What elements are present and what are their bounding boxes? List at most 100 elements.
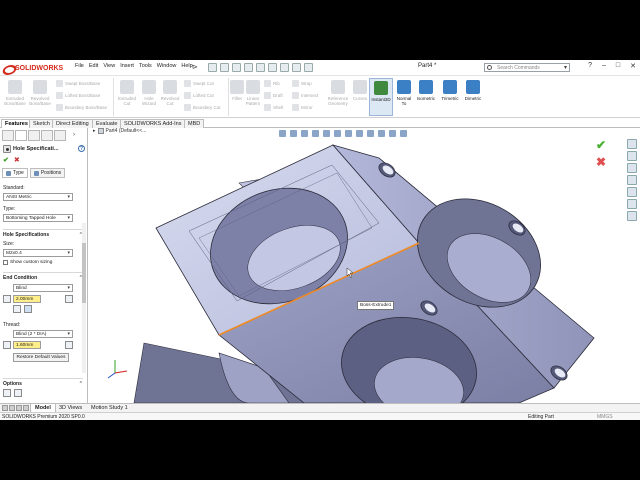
hole-wizard-button[interactable]: Hole Wizard [139,80,159,106]
thread-depth-input[interactable]: 1.60mm [13,341,41,349]
help-icon[interactable]: ? [78,145,85,152]
trimetric-button[interactable]: Trimetric [439,80,461,101]
confirm-ok-icon[interactable]: ✔ [596,138,606,152]
first-tab-icon[interactable] [2,405,8,411]
lofted-boss-button[interactable]: Lofted Boss/Base [56,92,100,99]
intersect-button[interactable]: Intersect [292,92,318,99]
swept-cut-button[interactable]: Swept Cut [184,80,214,87]
panel-scrollbar[interactable] [82,223,86,373]
isometric-button[interactable]: Isometric [415,80,437,101]
open-icon[interactable] [232,63,241,72]
forum-icon[interactable] [627,211,637,221]
hole-specifications-header[interactable]: Hole Specifications ⌃ [3,229,83,238]
select-icon[interactable] [280,63,289,72]
extruded-boss-button[interactable]: Extruded Boss/Base [3,80,27,106]
display-manager-tab-icon[interactable] [54,130,66,141]
instant3d-button[interactable]: Instant3D [369,78,393,116]
confirm-cancel-icon[interactable]: ✖ [596,155,606,169]
home-icon[interactable] [208,63,217,72]
last-tab-icon[interactable] [23,405,29,411]
revolved-boss-button[interactable]: Revolved Boss/Base [28,80,52,106]
file-explorer-icon[interactable] [627,163,637,173]
type-select[interactable]: Bottoming Tapped Hole [3,214,73,222]
tab-evaluate[interactable]: Evaluate [92,119,122,128]
chevron-down-icon[interactable]: ▾ [564,64,567,71]
show-custom-sizing-checkbox[interactable]: Show custom sizing [3,260,83,265]
rib-button[interactable]: Rib [264,80,280,87]
tab-positions[interactable]: Positions [29,168,66,178]
shell-button[interactable]: Shell [264,104,283,111]
options-icon[interactable] [304,63,313,72]
custom-properties-icon[interactable] [627,199,637,209]
new-document-icon[interactable] [220,63,229,72]
flat-bottom-icon[interactable] [13,305,21,313]
tab-type[interactable]: Type [2,168,28,178]
thread-select[interactable]: Blind (2 * DIA) [13,330,73,338]
curves-button[interactable]: Curves [352,80,368,101]
link-icon[interactable] [65,341,73,349]
save-icon[interactable] [244,63,253,72]
appearances-icon[interactable] [627,187,637,197]
tab-features[interactable]: Features [1,119,32,128]
standard-select[interactable]: ANSI Metric [3,193,73,201]
solidworks-logo[interactable]: SOLIDWORKS [3,62,63,74]
prev-tab-icon[interactable] [9,405,15,411]
pin-menu-icon[interactable]: ⊳ [192,63,198,71]
revolved-cut-button[interactable]: Revolved Cut [160,80,180,106]
feature-manager-tab-icon[interactable] [2,130,14,141]
tab-sketch[interactable]: Sketch [29,119,54,128]
swept-boss-button[interactable]: Swept Boss/Base [56,80,100,87]
dimetric-button[interactable]: Dimetric [462,80,484,101]
rebuild-icon[interactable] [292,63,301,72]
menu-view[interactable]: View [103,63,115,69]
wrap-button[interactable]: Wrap [292,80,312,87]
undo-icon[interactable] [268,63,277,72]
cancel-x-icon[interactable]: ✖ [14,156,20,164]
unit-system[interactable]: MMGS [597,414,613,420]
boundary-cut-button[interactable]: Boundary Cut [184,104,221,111]
menu-help[interactable]: Help [181,63,192,69]
dimxpert-tab-icon[interactable] [41,130,53,141]
ok-check-icon[interactable]: ✔ [3,156,9,164]
option-icon[interactable] [3,389,11,397]
fillet-button[interactable]: Fillet [230,80,244,101]
reference-geometry-button[interactable]: Reference Geometry [325,80,351,106]
angle-bottom-icon[interactable] [24,305,32,313]
minimize-icon[interactable]: – [602,62,606,70]
scrollbar-thumb[interactable] [82,243,86,303]
next-tab-icon[interactable] [16,405,22,411]
close-icon[interactable]: ✕ [630,62,636,70]
chevron-right-icon[interactable]: › [73,132,85,143]
menu-insert[interactable]: Insert [120,63,134,69]
property-manager-tab-icon[interactable] [15,130,27,141]
depth-input[interactable]: 2.00mm [13,295,41,303]
extruded-cut-button[interactable]: Extruded Cut [116,80,138,106]
options-header[interactable]: Options ⌃ [3,378,83,387]
graphics-area[interactable]: ▸ Part4 (Default<<... ✔ ✖ Boss-Extrude1 [89,128,640,403]
end-condition-select[interactable]: Blind [13,284,73,292]
menu-file[interactable]: File [75,63,84,69]
end-condition-header[interactable]: End Condition ⌃ [3,272,83,281]
boundary-boss-button[interactable]: Boundary Boss/Base [56,104,107,111]
size-select[interactable]: M2x0.4 [3,249,73,257]
search-commands-input[interactable]: Search Commands ▾ [484,63,570,72]
maximize-icon[interactable]: □ [616,62,620,70]
design-library-icon[interactable] [627,151,637,161]
draft-button[interactable]: Draft [264,92,283,99]
configuration-manager-tab-icon[interactable] [28,130,40,141]
menu-window[interactable]: Window [157,63,177,69]
restore-default-values-button[interactable]: Restore Default Values [13,353,69,362]
menu-tools[interactable]: Tools [139,63,152,69]
normal-to-button[interactable]: Normal To [394,80,414,106]
model-canvas[interactable] [89,128,624,403]
print-icon[interactable] [256,63,265,72]
linear-pattern-button[interactable]: Linear Pattern [245,80,261,106]
tab-solidworks-addins[interactable]: SOLIDWORKS Add-Ins [120,119,186,128]
link-icon[interactable] [65,295,73,303]
option-icon[interactable] [14,389,22,397]
lofted-cut-button[interactable]: Lofted Cut [184,92,214,99]
tab-direct-editing[interactable]: Direct Editing [52,119,93,128]
view-palette-icon[interactable] [627,175,637,185]
mirror-button[interactable]: Mirror [292,104,313,111]
tab-mbd[interactable]: MBD [184,119,205,128]
